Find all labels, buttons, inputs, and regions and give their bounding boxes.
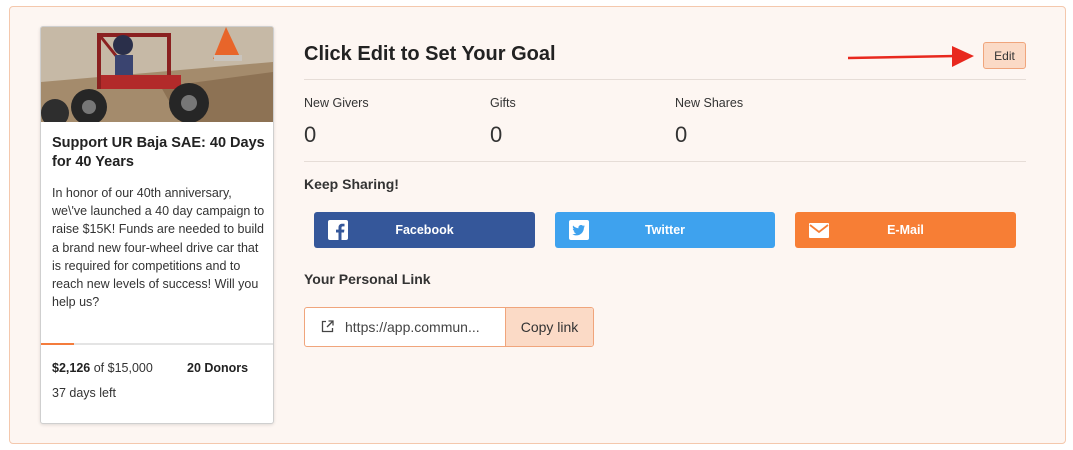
raised-amount: $2,126 <box>52 361 91 375</box>
email-label: E-Mail <box>887 223 924 237</box>
metric-value-new-shares: 0 <box>675 122 688 147</box>
red-arrow-icon <box>847 46 974 67</box>
metric-label-gifts: Gifts <box>490 96 516 110</box>
copy-link-button[interactable]: Copy link <box>505 308 593 346</box>
days-left-label: days left <box>69 386 116 400</box>
personal-link-group: Copy link <box>304 307 594 347</box>
personal-link-heading: Your Personal Link <box>304 271 431 287</box>
baja-car-photo <box>41 27 273 122</box>
goal-title: Click Edit to Set Your Goal <box>304 43 556 65</box>
edit-goal-button[interactable]: Edit <box>983 42 1026 69</box>
donor-count: 20 Donors <box>187 361 249 375</box>
metric-value-gifts: 0 <box>490 122 503 147</box>
keep-sharing-heading: Keep Sharing! <box>304 176 399 192</box>
external-link-icon <box>321 320 334 333</box>
email-share-button[interactable]: E-Mail <box>795 212 1016 248</box>
campaign-progress-bar <box>41 343 273 345</box>
facebook-share-button[interactable]: Facebook <box>314 212 535 248</box>
personal-link-field[interactable] <box>345 308 505 346</box>
mail-icon <box>809 223 829 238</box>
twitter-icon <box>569 220 589 240</box>
days-left: 37 days left <box>52 386 116 400</box>
campaign-progress-fill <box>41 343 74 345</box>
goal-amount: of $15,000 <box>93 361 153 375</box>
campaign-photo <box>41 27 273 122</box>
campaign-title[interactable]: Support UR Baja SAE: 40 Days for 40 Year… <box>52 134 267 172</box>
days-left-number: 37 <box>52 386 66 400</box>
campaign-card[interactable]: Support UR Baja SAE: 40 Days for 40 Year… <box>40 26 274 424</box>
metric-label-new-givers: New Givers <box>304 96 369 110</box>
twitter-share-button[interactable]: Twitter <box>555 212 775 248</box>
metrics-divider <box>304 161 1026 162</box>
amount-raised: $2,126 of $15,000 <box>52 361 153 375</box>
twitter-label: Twitter <box>644 223 686 237</box>
metric-label-new-shares: New Shares <box>675 96 744 110</box>
facebook-icon <box>328 220 348 240</box>
header-divider <box>304 79 1026 80</box>
metric-value-new-givers: 0 <box>304 122 317 147</box>
campaign-description: In honor of our 40th anniversary, we\'ve… <box>52 186 265 310</box>
facebook-label: Facebook <box>395 223 454 237</box>
